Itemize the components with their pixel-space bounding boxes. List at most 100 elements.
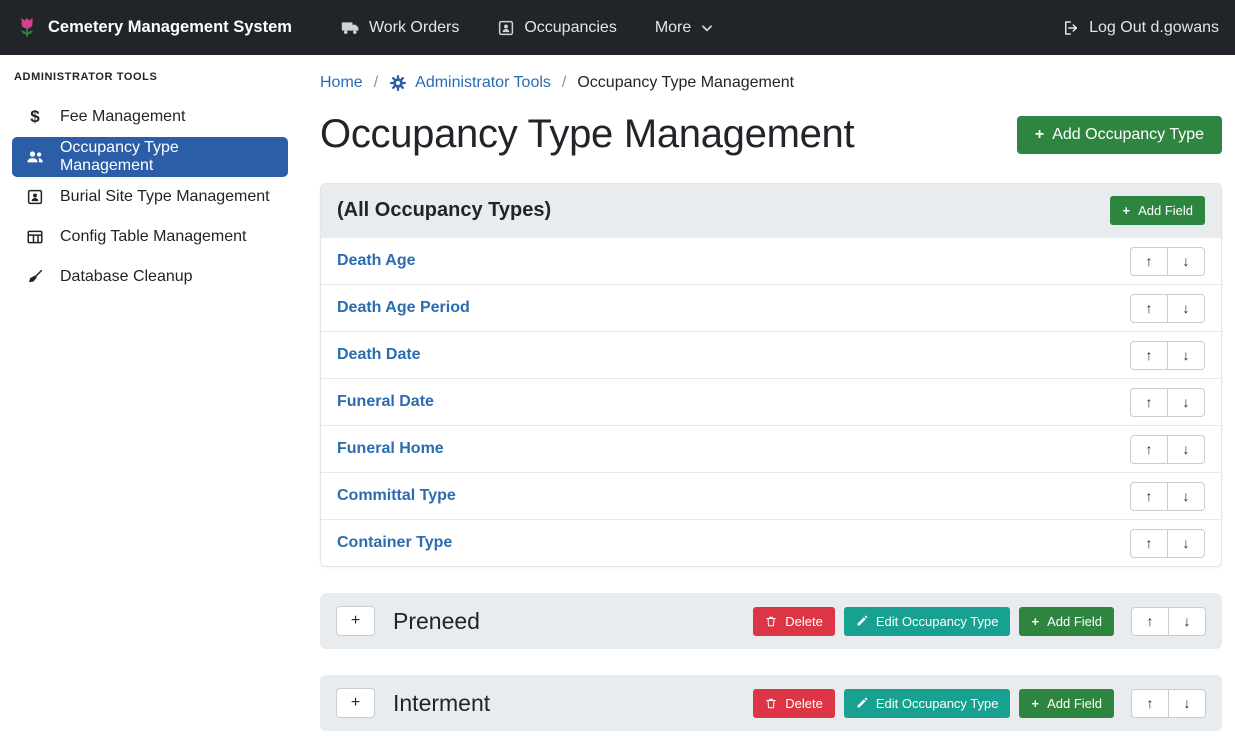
sidebar-heading: Administrator Tools (14, 71, 288, 83)
reorder-button-group: ↑ ↓ (1130, 482, 1205, 511)
delete-button[interactable]: Delete (753, 607, 835, 636)
add-field-label: Add Field (1138, 203, 1193, 218)
move-down-button[interactable]: ↓ (1167, 341, 1205, 370)
sidebar: Administrator Tools $ Fee Management Occ… (0, 55, 300, 738)
section-actions: Delete Edit Occupancy Type (753, 607, 1206, 636)
arrow-up-icon: ↑ (1146, 347, 1153, 363)
truck-icon (341, 18, 360, 37)
occupancy-type-section-header: + Preneed Delete (320, 593, 1222, 649)
add-occupancy-type-button[interactable]: + Add Occupancy Type (1017, 116, 1222, 154)
logout-label: Log Out d.gowans (1089, 19, 1219, 37)
arrow-down-icon: ↓ (1183, 441, 1190, 457)
sidebar-item-burial-site-type-management[interactable]: Burial Site Type Management (12, 177, 288, 217)
move-up-button[interactable]: ↑ (1130, 388, 1168, 417)
field-name-link[interactable]: Funeral Home (337, 440, 444, 458)
expand-section-button[interactable]: + (336, 606, 375, 636)
person-booth-icon (497, 19, 515, 37)
sidebar-item-label: Burial Site Type Management (60, 188, 270, 206)
field-name-link[interactable]: Container Type (337, 534, 452, 552)
field-row: Death Date ↑ ↓ (321, 331, 1221, 378)
breadcrumb-current: Occupancy Type Management (577, 74, 794, 92)
arrow-up-icon: ↑ (1147, 613, 1154, 629)
dollar-icon: $ (24, 107, 46, 127)
move-down-button[interactable]: ↓ (1167, 529, 1205, 558)
edit-occupancy-type-button[interactable]: Edit Occupancy Type (844, 689, 1011, 718)
app-brand[interactable]: Cemetery Management System (16, 15, 292, 41)
pencil-icon (856, 697, 868, 709)
field-row: Funeral Home ↑ ↓ (321, 425, 1221, 472)
sidebar-item-fee-management[interactable]: $ Fee Management (12, 97, 288, 137)
section-name: Preneed (393, 608, 480, 635)
card-title: (All Occupancy Types) (337, 199, 551, 222)
trash-icon (765, 697, 777, 710)
move-down-button[interactable]: ↓ (1167, 482, 1205, 511)
top-navbar: Cemetery Management System Work Orders O… (0, 0, 1235, 55)
field-row: Container Type ↑ ↓ (321, 519, 1221, 566)
add-field-button[interactable]: + Add Field (1019, 607, 1114, 636)
plus-icon: + (1122, 203, 1130, 218)
users-icon (24, 147, 46, 167)
move-up-button[interactable]: ↑ (1131, 607, 1169, 636)
field-name-link[interactable]: Death Age (337, 252, 416, 270)
move-up-button[interactable]: ↑ (1130, 341, 1168, 370)
move-down-button[interactable]: ↓ (1167, 435, 1205, 464)
broom-icon (24, 268, 46, 286)
arrow-up-icon: ↑ (1147, 695, 1154, 711)
field-row: Death Age ↑ ↓ (321, 237, 1221, 284)
sidebar-item-database-cleanup[interactable]: Database Cleanup (12, 257, 288, 297)
burial-site-icon (24, 188, 46, 206)
plus-icon: + (1031, 614, 1039, 629)
tulip-logo-icon (16, 15, 38, 41)
delete-label: Delete (785, 696, 823, 711)
add-field-button[interactable]: + Add Field (1110, 196, 1205, 225)
nav-occupancies-label: Occupancies (524, 19, 617, 37)
all-occupancy-types-card: (All Occupancy Types) + Add Field Death … (320, 183, 1222, 567)
occupancy-type-section: + Preneed Delete (320, 593, 1222, 649)
field-name-link[interactable]: Committal Type (337, 487, 456, 505)
field-row: Funeral Date ↑ ↓ (321, 378, 1221, 425)
arrow-down-icon: ↓ (1183, 347, 1190, 363)
gear-icon (389, 74, 407, 92)
sidebar-item-occupancy-type-management[interactable]: Occupancy Type Management (12, 137, 288, 177)
expand-section-button[interactable]: + (336, 688, 375, 718)
move-up-button[interactable]: ↑ (1130, 294, 1168, 323)
nav-occupancies[interactable]: Occupancies (497, 19, 617, 37)
move-down-button[interactable]: ↓ (1168, 689, 1206, 718)
move-up-button[interactable]: ↑ (1130, 435, 1168, 464)
breadcrumb-home[interactable]: Home (320, 74, 363, 92)
add-field-label: Add Field (1047, 614, 1102, 629)
delete-button[interactable]: Delete (753, 689, 835, 718)
move-up-button[interactable]: ↑ (1130, 247, 1168, 276)
arrow-down-icon: ↓ (1183, 535, 1190, 551)
edit-occupancy-type-label: Edit Occupancy Type (876, 614, 999, 629)
field-name-link[interactable]: Death Age Period (337, 299, 470, 317)
arrow-down-icon: ↓ (1183, 253, 1190, 269)
move-down-button[interactable]: ↓ (1168, 607, 1206, 636)
arrow-down-icon: ↓ (1184, 613, 1191, 629)
field-name-link[interactable]: Funeral Date (337, 393, 434, 411)
logout-button[interactable]: Log Out d.gowans (1062, 19, 1219, 37)
field-name-link[interactable]: Death Date (337, 346, 421, 364)
reorder-button-group: ↑ ↓ (1131, 689, 1206, 718)
arrow-up-icon: ↑ (1146, 253, 1153, 269)
plus-icon: + (1031, 696, 1039, 711)
nav-work-orders[interactable]: Work Orders (341, 18, 459, 37)
move-up-button[interactable]: ↑ (1130, 482, 1168, 511)
arrow-up-icon: ↑ (1146, 535, 1153, 551)
breadcrumb-administrator-tools[interactable]: Administrator Tools (389, 74, 551, 92)
nav-more[interactable]: More (655, 19, 714, 37)
move-up-button[interactable]: ↑ (1130, 529, 1168, 558)
table-icon (24, 228, 46, 246)
section-actions: Delete Edit Occupancy Type (753, 689, 1206, 718)
move-down-button[interactable]: ↓ (1167, 247, 1205, 276)
section-name: Interment (393, 690, 490, 717)
field-row: Death Age Period ↑ ↓ (321, 284, 1221, 331)
add-field-button[interactable]: + Add Field (1019, 689, 1114, 718)
move-down-button[interactable]: ↓ (1167, 388, 1205, 417)
sidebar-item-config-table-management[interactable]: Config Table Management (12, 217, 288, 257)
page-title: Occupancy Type Management (320, 112, 854, 157)
move-up-button[interactable]: ↑ (1131, 689, 1169, 718)
edit-occupancy-type-button[interactable]: Edit Occupancy Type (844, 607, 1011, 636)
add-occupancy-type-label: Add Occupancy Type (1052, 126, 1204, 144)
move-down-button[interactable]: ↓ (1167, 294, 1205, 323)
